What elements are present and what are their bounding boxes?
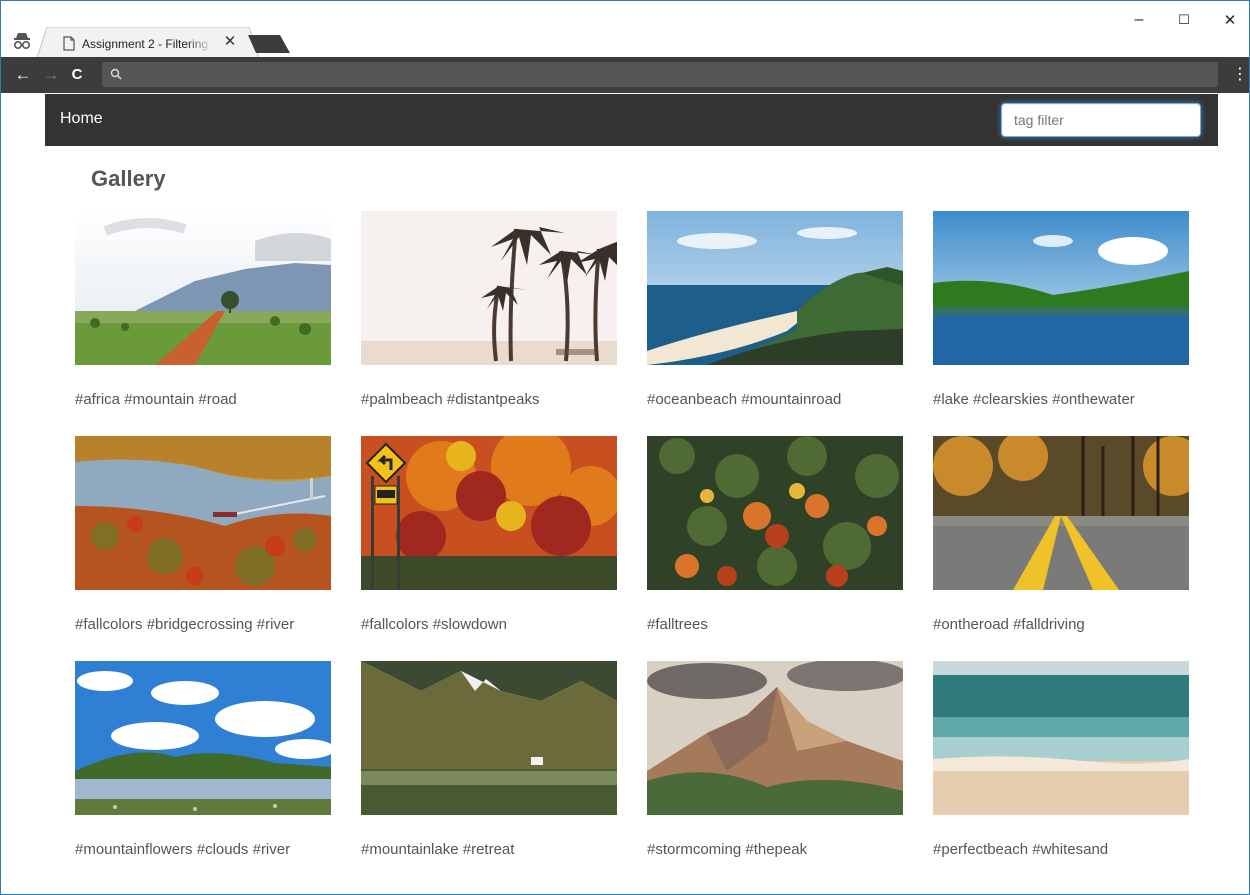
- gallery-card[interactable]: #lake #clearskies #onthewater: [933, 211, 1189, 408]
- gallery-card[interactable]: #africa #mountain #road: [75, 211, 331, 408]
- gallery-thumbnail[interactable]: [75, 436, 331, 590]
- tag-filter-input[interactable]: [1001, 103, 1201, 137]
- tab-close-icon[interactable]: ✕: [222, 34, 238, 50]
- address-bar[interactable]: [102, 62, 1218, 89]
- gallery-thumbnail[interactable]: [647, 436, 903, 590]
- address-input[interactable]: [128, 62, 1212, 89]
- minimize-button[interactable]: –: [1119, 11, 1159, 39]
- gallery-thumbnail[interactable]: [361, 436, 617, 590]
- gallery-thumbnail[interactable]: [647, 211, 903, 365]
- gallery-card[interactable]: #fallcolors #slowdown: [361, 436, 617, 633]
- browser-toolbar: ← → C ⋮: [1, 57, 1249, 93]
- nav-home-link[interactable]: Home: [60, 110, 103, 128]
- gallery-card[interactable]: #mountainflowers #clouds #river: [75, 661, 331, 858]
- gallery-tags: #mountainlake #retreat: [361, 841, 515, 858]
- gallery-card[interactable]: #stormcoming #thepeak: [647, 661, 903, 858]
- gallery-tags: #stormcoming #thepeak: [647, 841, 808, 858]
- gallery-card[interactable]: #palmbeach #distantpeaks: [361, 211, 617, 408]
- gallery-tags: #fallcolors #bridgecrossing #river: [75, 616, 295, 633]
- gallery-tags: #africa #mountain #road: [75, 391, 237, 408]
- gallery-tags: #oceanbeach #mountainroad: [647, 391, 842, 408]
- gallery-card[interactable]: #perfectbeach #whitesand: [933, 661, 1189, 858]
- page-title: Gallery: [91, 166, 166, 191]
- gallery-card[interactable]: #ontheroad #falldriving: [933, 436, 1189, 633]
- window-close-icon: ✕: [1223, 12, 1237, 29]
- minimize-icon: –: [1134, 11, 1144, 28]
- search-icon: [110, 68, 122, 80]
- gallery-thumbnail[interactable]: [647, 661, 903, 815]
- gallery-tags: #perfectbeach #whitesand: [933, 841, 1109, 858]
- gallery-tags: #fallcolors #slowdown: [361, 616, 507, 633]
- gallery-tags: #palmbeach #distantpeaks: [361, 391, 540, 408]
- gallery-tags: #ontheroad #falldriving: [933, 616, 1085, 633]
- gallery-thumbnail[interactable]: [933, 211, 1189, 365]
- gallery-card[interactable]: #fallcolors #bridgecrossing #river: [75, 436, 331, 633]
- maximize-button[interactable]: ☐: [1164, 11, 1204, 39]
- gallery-thumbnail[interactable]: [933, 436, 1189, 590]
- maximize-icon: ☐: [1178, 12, 1190, 27]
- tab-strip: Assignment 2 - Filtering ✕ – ☐ ✕: [1, 1, 1250, 58]
- back-icon[interactable]: ←: [13, 65, 33, 85]
- reload-icon[interactable]: C: [67, 65, 87, 85]
- tab-title-fade: [187, 31, 213, 53]
- gallery-tags: #mountainflowers #clouds #river: [75, 841, 291, 858]
- incognito-icon: [13, 33, 31, 50]
- gallery-tags: #lake #clearskies #onthewater: [933, 391, 1135, 408]
- gallery-thumbnail[interactable]: [75, 661, 331, 815]
- new-tab-button[interactable]: [248, 35, 290, 53]
- window-close-button[interactable]: ✕: [1210, 11, 1250, 39]
- gallery-tags: #falltrees: [647, 616, 708, 633]
- gallery-card[interactable]: #mountainlake #retreat: [361, 661, 617, 858]
- forward-icon[interactable]: →: [41, 65, 61, 85]
- gallery-thumbnail[interactable]: [361, 661, 617, 815]
- gallery-card[interactable]: #falltrees: [647, 436, 903, 633]
- gallery-card[interactable]: #oceanbeach #mountainroad: [647, 211, 903, 408]
- document-icon: [63, 36, 75, 51]
- gallery-thumbnail[interactable]: [361, 211, 617, 365]
- gallery-thumbnail[interactable]: [75, 211, 331, 365]
- browser-menu-icon[interactable]: ⋮: [1232, 65, 1248, 85]
- site-navbar: Home: [45, 94, 1218, 146]
- gallery-thumbnail[interactable]: [933, 661, 1189, 815]
